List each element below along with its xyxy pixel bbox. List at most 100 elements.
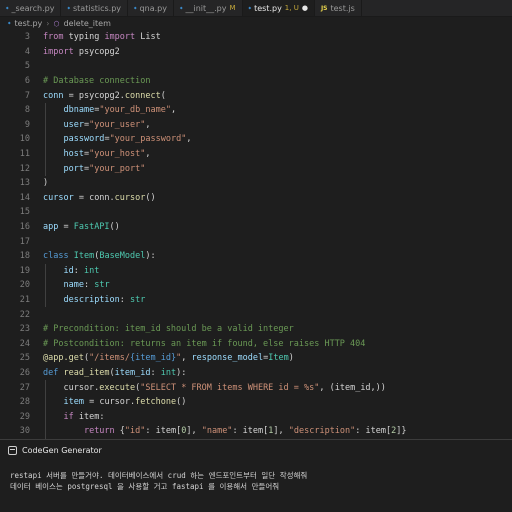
code-token: : <box>73 265 84 276</box>
line-number: 20 <box>19 280 30 291</box>
code-token: Item <box>73 251 95 262</box>
line-number: 26 <box>19 368 30 379</box>
code-text: # Database connection <box>43 76 150 86</box>
code-token: description <box>63 295 120 306</box>
code-text: item = cursor.fetchone() <box>43 397 186 407</box>
code-token: "SELECT * FROM items WHERE id = %s" <box>140 382 320 393</box>
tab-4[interactable]: ⬩ test.py 1, U ● <box>242 0 315 16</box>
code-text: class Item(BaseModel): <box>43 251 156 261</box>
code-text: if item: <box>43 412 104 422</box>
line-number: 18 <box>19 251 30 262</box>
code-token: id <box>63 265 74 276</box>
code-token: : item[ <box>232 426 269 437</box>
python-icon: ⬩ <box>179 3 183 12</box>
code-line: 13) <box>0 176 512 191</box>
code-line: 19 id: int <box>0 264 512 279</box>
code-editor[interactable]: 3 from typing import List 4 import psycopg2… <box>0 30 512 439</box>
code-text: user="your_user", <box>43 119 150 130</box>
line-number: 22 <box>19 309 30 320</box>
code-line: 24 # Postcondition: returns an item if fo… <box>0 337 512 352</box>
code-token: , <box>170 105 177 116</box>
line-number: 3 <box>24 32 30 43</box>
line-number: 13 <box>19 178 30 189</box>
code-token: , <box>145 149 151 160</box>
code-token: app <box>43 222 59 233</box>
code-token: ]} <box>396 426 407 437</box>
line-number: 19 <box>19 265 30 276</box>
code-token: "name" <box>201 426 233 437</box>
code-text: conn = psycopg2.connect( <box>43 91 166 101</box>
code-token: cursor <box>43 192 74 203</box>
code-line: 16 app = FastAPI() <box>0 220 512 235</box>
line-number: 5 <box>24 61 30 72</box>
code-line: 3 from typing import List <box>0 30 512 45</box>
tab-5[interactable]: JS test.js <box>315 0 362 16</box>
code-token: item_id <box>114 368 151 379</box>
unsaved-dot-icon[interactable]: ● <box>302 4 308 12</box>
code-token: # Database connection <box>43 76 151 87</box>
tab-label: test.py <box>254 3 282 13</box>
javascript-icon: JS <box>320 4 328 12</box>
code-line: 28 item = cursor.fetchone() <box>0 395 512 410</box>
line-number: 25 <box>19 353 30 364</box>
indent-guide <box>45 103 46 176</box>
code-text: cursor.execute("SELECT * FROM items WHER… <box>43 382 385 393</box>
breadcrumb-symbol[interactable]: delete_item <box>64 19 111 28</box>
python-icon: ⬩ <box>8 19 11 27</box>
breadcrumb-file[interactable]: test.py <box>15 19 43 28</box>
line-number: 7 <box>24 90 30 101</box>
code-line: 26 def read_item(item_id: int): <box>0 366 512 381</box>
code-token: FastAPI <box>73 222 110 233</box>
code-text: import psycopg2 <box>43 47 120 57</box>
code-token: int <box>160 368 177 379</box>
code-token: @app.get <box>43 353 84 364</box>
code-token: execute <box>99 382 136 393</box>
code-token: user <box>63 119 84 130</box>
tab-2[interactable]: ⬩ qna.py <box>128 0 174 16</box>
breadcrumb: ⬩ test.py › ⬡ delete_item <box>0 17 512 30</box>
editor-tab-bar: ⬩ _search.py ⬩ statistics.py ⬩ qna.py ⬩ __init_… <box>0 0 512 17</box>
code-token: # Precondition: item_id should be a vali… <box>43 324 294 335</box>
code-token: ], <box>186 426 202 437</box>
code-token: "id" <box>124 426 146 437</box>
code-line: 6 # Database connection <box>0 74 512 89</box>
code-text: password="your_password", <box>43 134 191 144</box>
code-token: () <box>176 397 187 408</box>
tab-0[interactable]: ⬩ _search.py <box>0 0 62 16</box>
code-token: cursor. <box>43 382 100 393</box>
code-line: 8 dbname="your_db_name", <box>0 103 512 118</box>
code-text: def read_item(item_id: int): <box>43 368 186 378</box>
code-token: : <box>83 280 95 291</box>
line-number: 29 <box>19 411 30 422</box>
code-token: "your_password" <box>109 134 187 145</box>
line-number: 4 <box>24 46 30 57</box>
tab-1[interactable]: ⬩ statistics.py <box>61 0 129 16</box>
code-line: 30 return {"id": item[0], "name": item[1… <box>0 424 512 439</box>
code-token: host <box>63 149 84 160</box>
code-token: , <box>181 353 192 364</box>
code-token: : item[ <box>355 426 392 437</box>
code-token: ) <box>288 353 294 364</box>
line-number: 28 <box>19 397 30 408</box>
line-number: 23 <box>19 324 30 335</box>
code-token: password <box>63 134 105 145</box>
line-number: 9 <box>24 119 30 130</box>
code-token: if <box>63 411 74 422</box>
code-line: 21 description: str <box>0 293 512 308</box>
tab-label: statistics.py <box>73 3 122 13</box>
code-token: () <box>109 222 120 233</box>
code-token: read_item <box>63 368 110 379</box>
chevron-right-icon: › <box>46 19 50 28</box>
code-token: conn <box>43 90 64 101</box>
code-text: ) <box>43 178 48 188</box>
code-token: ): <box>176 368 187 379</box>
code-text: dbname="your_db_name", <box>43 105 176 115</box>
code-token: List <box>135 32 161 43</box>
tab-3[interactable]: ⬩ __init__.py M <box>174 0 243 16</box>
indent-guide <box>45 263 46 308</box>
